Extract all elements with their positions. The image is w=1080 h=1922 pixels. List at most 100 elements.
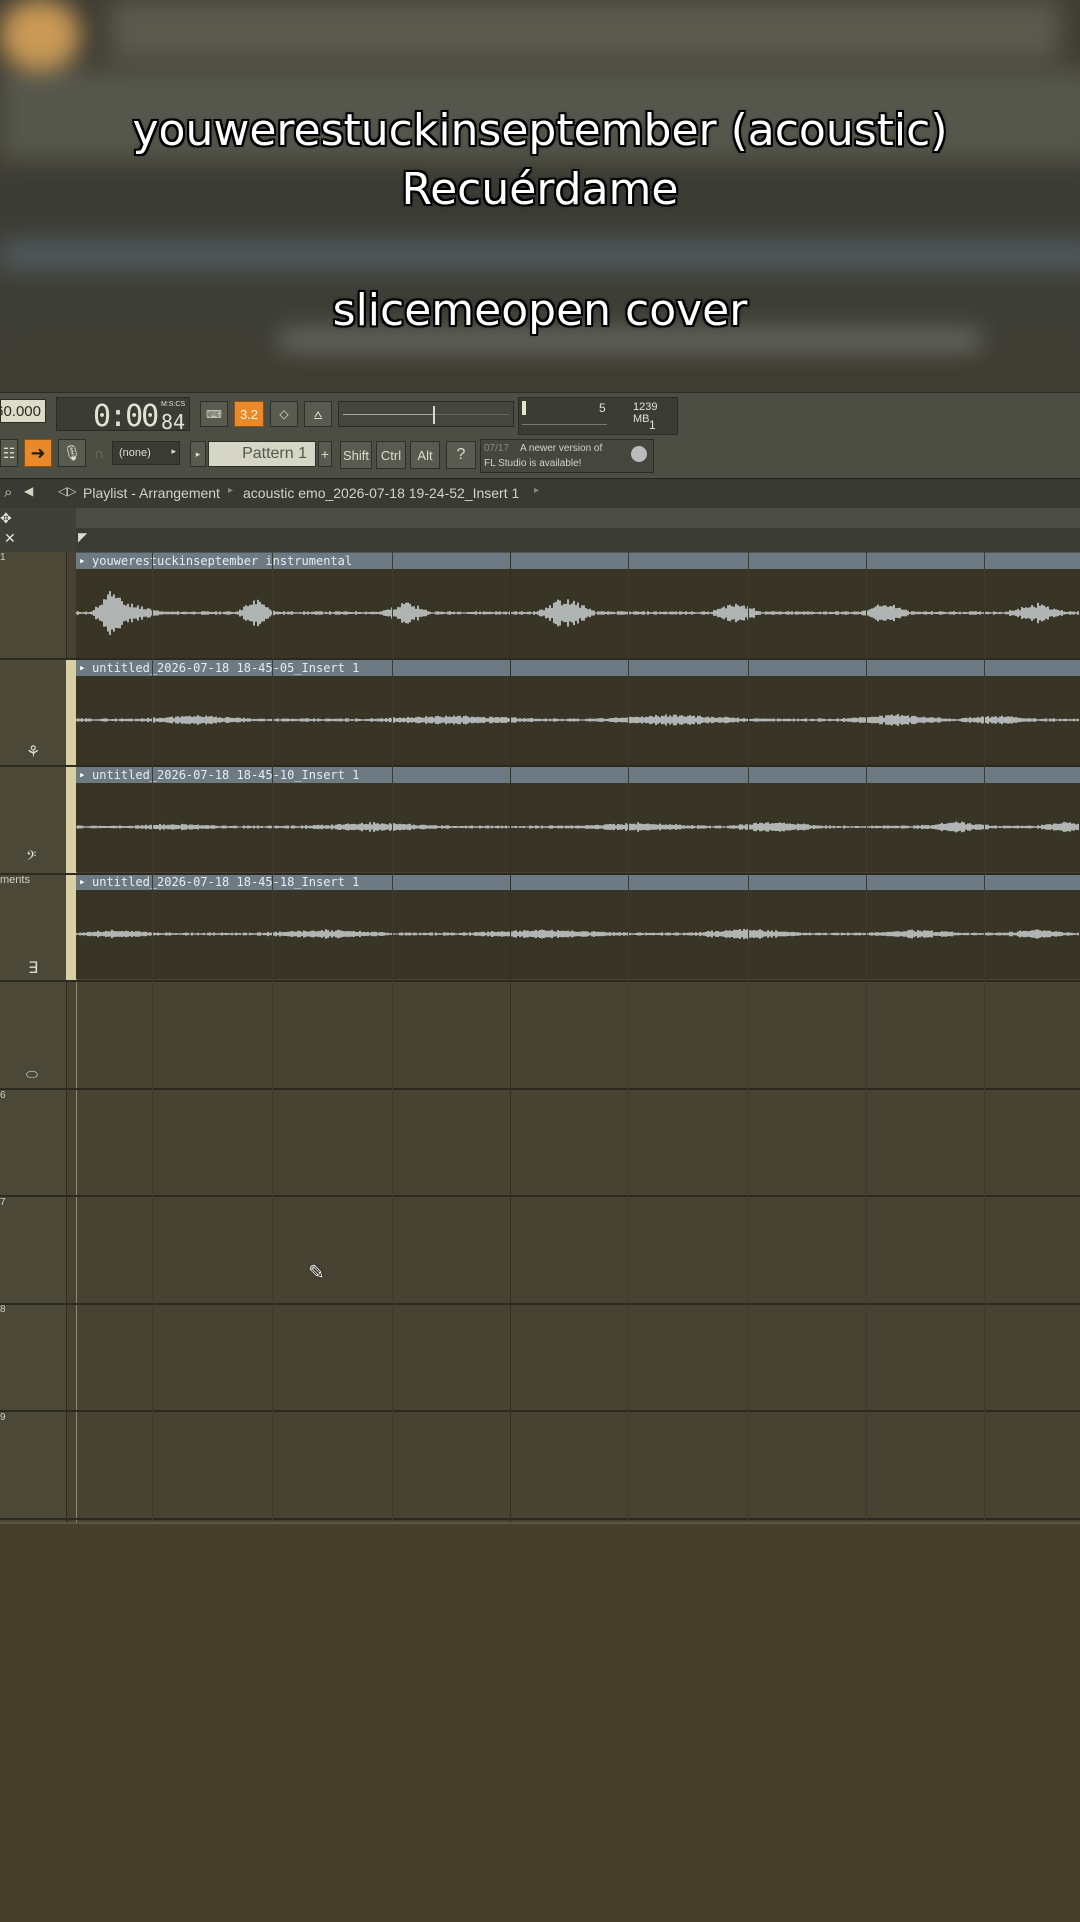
step-value-button[interactable]: 3.2 (234, 401, 264, 427)
grid-line (628, 552, 629, 1522)
arrow-icon[interactable]: ◁▷ (58, 484, 76, 498)
clip-title: youwerestuckinseptember instrumental (76, 553, 1080, 569)
shift-label: Shift (342, 447, 369, 463)
grid-line (272, 552, 273, 1522)
drum-icon: ⚘ (26, 744, 41, 761)
track-divider (0, 765, 1080, 767)
time-value: 0:00 (93, 399, 159, 434)
snap-tool-icon[interactable]: ✥ (0, 510, 12, 527)
keyboard-icon: ⌨ (206, 408, 222, 421)
timeline-ruler[interactable]: ✥ ✕ ◤ (0, 508, 1080, 552)
record-audio-button[interactable]: 🎙 (58, 439, 86, 467)
metronome-wait-button[interactable]: ◇ (270, 401, 298, 427)
typing-keyboard-button[interactable]: ⌨ (200, 401, 228, 427)
clip-title: untitled_2026-07-18 18-45-05_Insert 1 (76, 660, 1080, 676)
speaker-icon[interactable]: ◀ (24, 484, 33, 498)
tempo-display[interactable]: 60.000 (0, 399, 46, 423)
shift-button[interactable]: Shift (340, 441, 372, 469)
grid-line (510, 552, 511, 1522)
grid-line (392, 552, 393, 1522)
microphone-icon: 🎙 (62, 445, 82, 462)
track-headers: 1 ments 6 7 8 9 ⚘ 𝄢 ∃ ⬭ (0, 552, 67, 1522)
step-edit-button[interactable]: ➜ (24, 439, 52, 467)
ctrl-label: Ctrl (380, 447, 402, 463)
arrow-right-icon: ➜ (30, 442, 46, 463)
caption-title-line2: Recuérdame (401, 164, 679, 215)
playhead-marker[interactable]: ◤ (78, 530, 87, 544)
track-divider (0, 1302, 1080, 1305)
track-divider (0, 1087, 1080, 1090)
track-header-label-4: ments (0, 874, 30, 886)
clip-title: untitled_2026-07-18 18-45-10_Insert 1 (76, 767, 1080, 783)
grid-line (866, 552, 867, 1522)
track-selection-strip (66, 659, 76, 981)
track-divider (0, 1410, 1080, 1412)
news-text-2: FL Studio is available! (484, 458, 582, 469)
hint-button[interactable]: ? (446, 441, 476, 469)
speech-question-icon: ? (456, 446, 466, 463)
pattern-selector[interactable]: Pattern 1 (208, 441, 316, 467)
chevron-right-icon: ▸ (171, 446, 176, 456)
ctrl-button[interactable]: Ctrl (376, 441, 406, 469)
track-divider (0, 657, 1080, 660)
play-icon: ▸ (195, 448, 201, 459)
grid-line (748, 552, 749, 1522)
alt-button[interactable]: Alt (410, 441, 440, 469)
track-header-label-1: 1 (0, 552, 6, 563)
news-text-1: A newer version of (520, 443, 603, 454)
tempo-value: 60.000 (0, 402, 41, 420)
pattern-prev-button[interactable]: ▸ (190, 441, 206, 467)
wait-icon: ◇ (279, 407, 289, 421)
track-header-label-6: 6 (0, 1090, 6, 1101)
playlist-title-bar: ⌕ ◀ ◁▷ Playlist - Arrangement ▸ acoustic… (0, 478, 1080, 510)
fl-toolbar: 60.000 0:00 M:S:CS 84 ⌨ 3.2 ◇ ⩟ 5 1239 M… (0, 392, 1080, 479)
audio-clip[interactable]: youwerestuckinseptember instrumental (76, 552, 1080, 658)
track-header-label-9: 9 (0, 1412, 6, 1423)
time-display[interactable]: 0:00 M:S:CS 84 (56, 397, 190, 434)
step-value: 3.2 (239, 406, 259, 422)
waveform (76, 821, 1079, 833)
snap-selector[interactable]: (none) ▸ (112, 441, 180, 465)
breadcrumb-separator: ▸ (534, 485, 540, 496)
mixer-shortcut-button[interactable]: ☷ (0, 439, 18, 467)
add-pattern-button[interactable]: + (318, 441, 332, 467)
breadcrumb-separator: ▸ (228, 485, 234, 496)
playlist-tracks[interactable]: 1 ments 6 7 8 9 ⚘ 𝄢 ∃ ⬭ youwerestuckinse… (0, 552, 1080, 1522)
audio-clip[interactable]: untitled_2026-07-18 18-45-10_Insert 1 (76, 766, 1080, 872)
snap-value: (none) (119, 447, 151, 459)
snap-icon: ∩ (94, 445, 105, 461)
news-date: 07/17 (484, 443, 510, 454)
metronome-icon: ⩟ (313, 405, 323, 422)
grid-line (152, 552, 153, 1522)
caption-subtitle: slicemeopen cover (332, 285, 748, 336)
master-pitch-slider[interactable] (338, 401, 514, 427)
arrangement-file: acoustic emo_2026-07-18 19-24-52_Insert … (243, 485, 520, 501)
pattern-value: Pattern 1 (242, 445, 307, 462)
cpu-monitor: 5 1239 MB 1 (518, 397, 678, 435)
keys-icon: ∃ (28, 960, 39, 977)
news-panel[interactable]: 07/17 A newer version of FL Studio is av… (480, 439, 654, 473)
track-divider (0, 1195, 1080, 1197)
track-header-label-7: 7 (0, 1197, 6, 1208)
pencil-cursor-icon: ✎ (308, 1262, 325, 1284)
track-divider (0, 872, 1080, 875)
audio-clip[interactable]: untitled_2026-07-18 18-45-18_Insert 1 (76, 873, 1080, 979)
time-label: M:S:CS (161, 401, 186, 408)
waveform (76, 714, 1079, 726)
alt-label: Alt (417, 447, 433, 463)
countdown-button[interactable]: ⩟ (304, 401, 332, 427)
clip-title: untitled_2026-07-18 18-45-18_Insert 1 (76, 874, 1080, 890)
waveform (76, 928, 1079, 940)
waveform (76, 591, 1079, 635)
audio-clip[interactable]: untitled_2026-07-18 18-45-05_Insert 1 (76, 659, 1080, 765)
time-centiseconds: 84 (161, 410, 186, 434)
bass-clef-icon: 𝄢 (26, 850, 37, 867)
voices-value: 1 (649, 418, 656, 432)
plus-icon: + (320, 446, 330, 462)
track-divider (0, 980, 1080, 982)
playlist-title: Playlist - Arrangement (83, 485, 220, 501)
track-header-label-8: 8 (0, 1304, 6, 1315)
close-icon[interactable]: ✕ (4, 530, 16, 547)
magnifier-icon[interactable]: ⌕ (4, 484, 12, 501)
grid-line (984, 552, 985, 1522)
